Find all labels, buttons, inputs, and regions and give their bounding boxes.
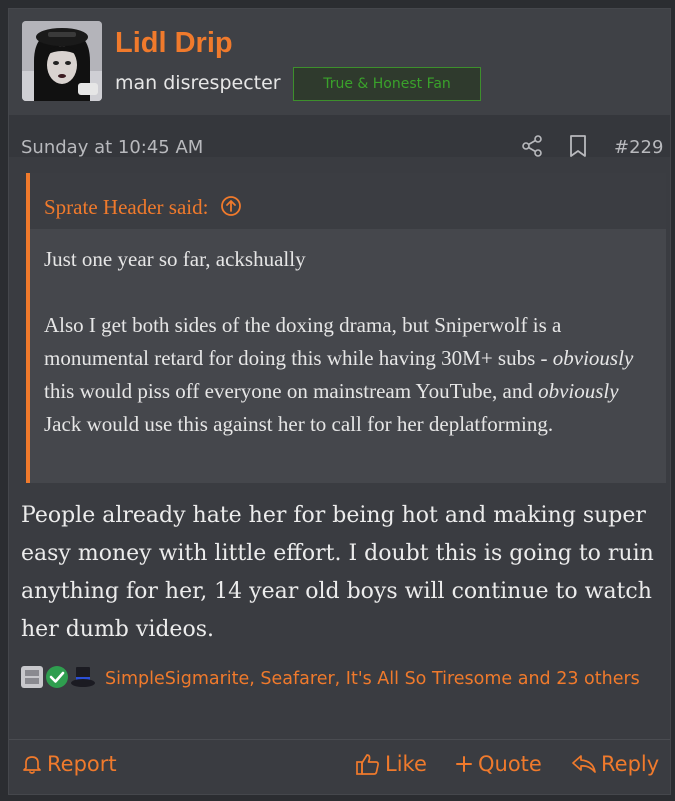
like-label: Like bbox=[385, 752, 427, 776]
check-icon bbox=[46, 666, 68, 688]
quote-body: Just one year so far, ackshually Also I … bbox=[44, 243, 656, 441]
quote-emphasis-2: obviously bbox=[538, 379, 619, 403]
cabinet-icon bbox=[21, 666, 43, 688]
post-body: People already hate her for being hot an… bbox=[21, 503, 654, 642]
post-footer: Report Like Quote Reply bbox=[9, 739, 670, 794]
post-date[interactable]: Sunday at 10:45 AM bbox=[21, 137, 203, 158]
report-button[interactable]: Report bbox=[21, 752, 117, 776]
arrow-up-circle-icon[interactable] bbox=[220, 195, 242, 217]
reply-button[interactable]: Reply bbox=[571, 752, 659, 776]
user-title: man disrespecter bbox=[115, 72, 281, 94]
post-user-header: Lidl Drip man disrespecter True & Honest… bbox=[9, 9, 670, 115]
quote-line-1: Just one year so far, ackshually bbox=[44, 247, 306, 271]
post-number-link[interactable]: #229 bbox=[614, 137, 663, 158]
quote-author-label: Sprate Header said: bbox=[44, 195, 209, 219]
report-label: Report bbox=[47, 752, 117, 776]
user-banner: True & Honest Fan bbox=[293, 67, 481, 101]
quote-button[interactable]: Quote bbox=[454, 752, 542, 776]
bell-icon bbox=[23, 756, 41, 774]
post-container: Lidl Drip man disrespecter True & Honest… bbox=[8, 8, 671, 795]
quote-header: Sprate Header said: bbox=[30, 173, 666, 229]
reply-arrow-icon bbox=[572, 755, 596, 773]
quote-emphasis-1: obviously bbox=[552, 346, 634, 370]
reaction-icons bbox=[21, 666, 95, 688]
share-icon[interactable] bbox=[520, 134, 544, 158]
quote-text-c: Jack would use this against her to call … bbox=[44, 412, 554, 436]
plus-icon bbox=[456, 756, 472, 772]
quote-text-a: Also I get both sides of the doxing dram… bbox=[44, 313, 562, 370]
username[interactable]: Lidl Drip bbox=[115, 27, 233, 60]
avatar[interactable] bbox=[22, 21, 102, 101]
reactions-bar[interactable]: SimpleSigmarite, Seafarer, It's All So T… bbox=[19, 662, 649, 694]
like-button[interactable]: Like bbox=[355, 752, 427, 776]
quote-author-link[interactable]: Sprate Header said: bbox=[44, 195, 242, 220]
reply-label: Reply bbox=[601, 752, 660, 776]
quote-block: Sprate Header said: Just one year so far… bbox=[26, 173, 666, 483]
quote-paragraph-2: Also I get both sides of the doxing dram… bbox=[44, 309, 656, 441]
bookmark-icon[interactable] bbox=[567, 134, 589, 158]
reactions-list[interactable]: SimpleSigmarite, Seafarer, It's All So T… bbox=[105, 669, 640, 689]
top-hat-icon bbox=[71, 667, 95, 687]
quote-label: Quote bbox=[478, 752, 542, 776]
thumbs-up-icon bbox=[356, 754, 379, 775]
quote-text-b: this would piss off everyone on mainstre… bbox=[44, 379, 539, 403]
